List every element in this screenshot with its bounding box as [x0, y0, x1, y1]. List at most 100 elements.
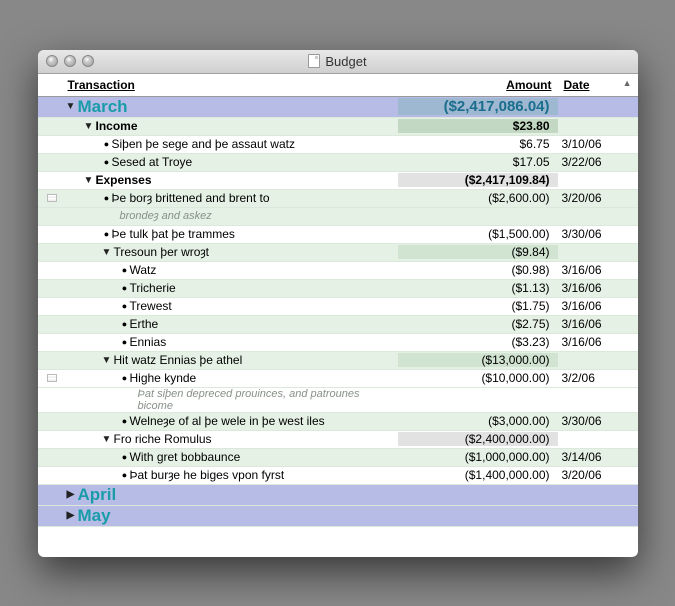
disclosure-right-icon[interactable]: ▶ — [66, 489, 76, 500]
document-icon — [308, 54, 320, 68]
bullet-icon: ● — [120, 337, 130, 347]
category-total: ($2,417,109.84) — [398, 173, 558, 187]
item-label: Welneȝe of al þe wele in þe west iles — [130, 414, 325, 428]
list-item[interactable]: ●With gret bobbaunce($1,000,000.00)3/14/… — [38, 449, 638, 467]
list-item[interactable]: ●Þat burȝe he biges vpon fyrst ($1,400,00… — [38, 467, 638, 485]
disclosure-down-icon[interactable]: ▼ — [102, 355, 112, 366]
month-total: ($2,417,086.04) — [398, 98, 558, 115]
header-date[interactable]: Date ▲ — [558, 74, 638, 96]
item-amount: ($2.75) — [398, 317, 558, 331]
bullet-icon: ● — [120, 470, 130, 480]
item-date: 3/2/06 — [558, 371, 638, 385]
item-amount: ($3.23) — [398, 335, 558, 349]
note-row: Þat siþen depreced prouinces, and patrou… — [38, 388, 638, 413]
item-date: 3/20/06 — [558, 468, 638, 482]
list-item[interactable]: ●Siþen þe sege and þe assaut watz $6.75 … — [38, 136, 638, 154]
list-item[interactable]: ●Erthe($2.75)3/16/06 — [38, 316, 638, 334]
item-label: Watz — [130, 263, 157, 277]
item-date: 3/30/06 — [558, 414, 638, 428]
list-item[interactable]: ●Ennias($3.23)3/16/06 — [38, 334, 638, 352]
list-item[interactable]: ●Þe borȝ brittened and brent to ($2,600.… — [38, 190, 638, 208]
list-item[interactable]: ●Tricherie($1.13)3/16/06 — [38, 280, 638, 298]
list-item[interactable]: ●Watz ($0.98)3/16/06 — [38, 262, 638, 280]
bullet-icon: ● — [120, 301, 130, 311]
outline-rows: ▼ March ($2,417,086.04) ▼ Income $23.80 … — [38, 97, 638, 557]
item-amount: ($1.13) — [398, 281, 558, 295]
item-label: Þe borȝ brittened and brent to — [112, 191, 270, 205]
item-amount: ($9.84) — [398, 245, 558, 259]
item-label: Þat burȝe he biges vpon fyrst — [130, 468, 285, 482]
item-label: Highe kynde — [130, 371, 197, 385]
bullet-icon: ● — [120, 416, 130, 426]
item-amount: $17.05 — [398, 155, 558, 169]
item-date: 3/30/06 — [558, 227, 638, 241]
disclosure-down-icon[interactable]: ▼ — [66, 101, 76, 112]
bullet-icon: ● — [120, 452, 130, 462]
item-label: Hit watz Ennias þe athel — [114, 353, 243, 367]
item-date: 3/16/06 — [558, 299, 638, 313]
bullet-icon: ● — [102, 193, 112, 203]
item-amount: ($1,400,000.00) — [398, 468, 558, 482]
list-item[interactable]: ●Þe tulk þat þe trammes ($1,500.00) 3/30… — [38, 226, 638, 244]
month-label: March — [78, 97, 128, 117]
group-row[interactable]: ▼Fro riche Romulus ($2,400,000.00) — [38, 431, 638, 449]
item-label: Ennias — [130, 335, 167, 349]
item-date: 3/10/06 — [558, 137, 638, 151]
item-note: Þat siþen depreced prouinces, and patrou… — [66, 388, 398, 412]
item-label: Tresoun þer wroȝt — [114, 245, 210, 259]
bullet-icon: ● — [102, 229, 112, 239]
bullet-icon: ● — [102, 157, 112, 167]
item-amount: ($10,000.00) — [398, 371, 558, 385]
month-row-march[interactable]: ▼ March ($2,417,086.04) — [38, 97, 638, 118]
header-transaction[interactable]: Transaction — [38, 74, 398, 96]
item-label: Tricherie — [130, 281, 176, 295]
group-row[interactable]: ▼Hit watz Ennias þe athel ($13,000.00) — [38, 352, 638, 370]
list-item[interactable]: ●Welneȝe of al þe wele in þe west iles ($… — [38, 413, 638, 431]
item-date: 3/14/06 — [558, 450, 638, 464]
item-amount: ($13,000.00) — [398, 353, 558, 367]
window-title: Budget — [38, 54, 638, 69]
item-label: Sesed at Troye — [112, 155, 193, 169]
category-total: $23.80 — [398, 119, 558, 133]
category-row-income[interactable]: ▼ Income $23.80 — [38, 118, 638, 136]
month-label: April — [78, 485, 117, 505]
header-date-label: Date — [564, 78, 590, 92]
item-note: brondeȝ and askez — [66, 210, 398, 222]
month-label: May — [78, 506, 111, 526]
list-item[interactable]: ●Highe kynde ($10,000.00) 3/2/06 — [38, 370, 638, 388]
disclosure-down-icon[interactable]: ▼ — [102, 434, 112, 445]
disclosure-right-icon[interactable]: ▶ — [66, 510, 76, 521]
list-item[interactable]: ●Sesed at Troye $17.05 3/22/06 — [38, 154, 638, 172]
item-amount: $6.75 — [398, 137, 558, 151]
item-label: Siþen þe sege and þe assaut watz — [112, 137, 295, 151]
item-label: Þe tulk þat þe trammes — [112, 227, 235, 241]
disclosure-down-icon[interactable]: ▼ — [84, 121, 94, 132]
sort-ascending-icon: ▲ — [623, 78, 632, 88]
item-label: Erthe — [130, 317, 159, 331]
disclosure-down-icon[interactable]: ▼ — [84, 175, 94, 186]
item-amount: ($0.98) — [398, 263, 558, 277]
budget-window: Budget Transaction Amount Date ▲ ▼ March… — [38, 50, 638, 557]
month-row-may[interactable]: ▶May — [38, 506, 638, 527]
item-date: 3/16/06 — [558, 263, 638, 277]
header-amount[interactable]: Amount — [398, 74, 558, 96]
column-headers: Transaction Amount Date ▲ — [38, 74, 638, 97]
note-icon — [47, 374, 57, 382]
disclosure-down-icon[interactable]: ▼ — [102, 247, 112, 258]
item-amount: ($3,000.00) — [398, 414, 558, 428]
month-row-april[interactable]: ▶April — [38, 485, 638, 506]
item-label: With gret bobbaunce — [130, 450, 241, 464]
item-amount: ($2,600.00) — [398, 191, 558, 205]
item-amount: ($1,500.00) — [398, 227, 558, 241]
bullet-icon: ● — [120, 265, 130, 275]
note-icon — [47, 194, 57, 202]
list-item[interactable]: ●Trewest($1.75)3/16/06 — [38, 298, 638, 316]
bullet-icon: ● — [120, 283, 130, 293]
bullet-icon: ● — [120, 373, 130, 383]
note-row: brondeȝ and askez — [38, 208, 638, 226]
item-date: 3/16/06 — [558, 317, 638, 331]
titlebar[interactable]: Budget — [38, 50, 638, 74]
item-label: Fro riche Romulus — [114, 432, 212, 446]
group-row[interactable]: ▼Tresoun þer wroȝt ($9.84) — [38, 244, 638, 262]
category-row-expenses[interactable]: ▼ Expenses ($2,417,109.84) — [38, 172, 638, 190]
